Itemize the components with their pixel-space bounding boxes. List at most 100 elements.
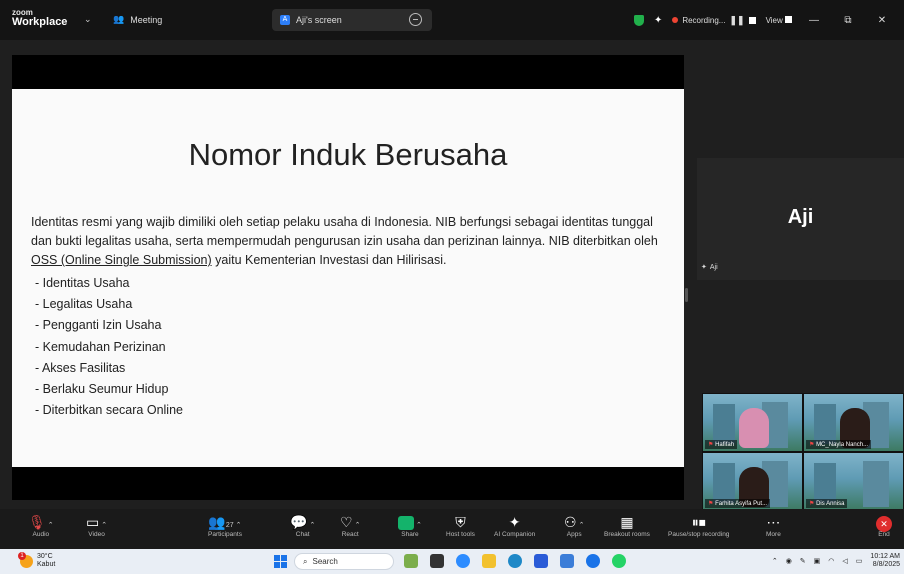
participants-button[interactable]: 👥27 ⌃ Participants xyxy=(208,513,242,538)
participant-tile[interactable]: ⚑ Farhita Asyifa Put... xyxy=(702,452,803,511)
shared-screen-tab[interactable]: A Aji's screen xyxy=(272,9,432,31)
volume-icon[interactable]: ◁ xyxy=(842,557,847,565)
clock-time: 10:12 AM xyxy=(870,553,900,560)
search-icon: ⌕ xyxy=(303,556,308,566)
muted-mic-icon: ⚑ xyxy=(809,501,815,507)
paragraph-text-start: Identitas resmi yang wajib dimiliki oleh… xyxy=(31,215,658,248)
pause-recording-label: Pause/stop recording xyxy=(668,531,730,538)
speaker-name: Aji xyxy=(787,206,814,228)
recording-indicator[interactable]: Recording... ❚❚ xyxy=(672,15,756,26)
clock[interactable]: 10:12 AM 8/8/2025 xyxy=(870,553,900,569)
recording-dot-icon xyxy=(672,17,679,23)
minimize-button[interactable]: — xyxy=(802,15,826,26)
pause-recording-icon[interactable]: ❚❚ xyxy=(729,15,744,26)
react-label: React xyxy=(341,531,359,538)
shared-screen-tab-label: Aji's screen xyxy=(296,15,342,25)
speaker-video-tile[interactable]: Aji ✦ Aji xyxy=(697,158,904,280)
chevron-down-icon[interactable]: ⌄ xyxy=(84,14,92,25)
end-call-icon: ✕ xyxy=(876,516,892,532)
react-button[interactable]: ♡ ⌃ React xyxy=(340,513,360,538)
chevron-up-icon[interactable]: ⌃ xyxy=(355,522,361,529)
zoom-app-icon[interactable] xyxy=(456,554,470,568)
whatsapp-icon[interactable] xyxy=(612,554,626,568)
more-button[interactable]: ⋯ More xyxy=(766,513,781,538)
chevron-up-icon[interactable]: ⌃ xyxy=(579,522,585,529)
taskbar-widget-icon[interactable] xyxy=(404,554,418,568)
video-building xyxy=(814,404,836,444)
apps-label: Apps xyxy=(566,531,582,538)
chevron-up-icon[interactable]: ⌃ xyxy=(309,522,315,529)
share-button[interactable]: ⌃ Share xyxy=(398,513,422,538)
host-tools-button[interactable]: ⛨ Host tools xyxy=(446,513,475,538)
participant-label: ⚑ MC_Nayla Nanch... xyxy=(806,440,872,449)
panel-resize-handle[interactable] xyxy=(685,288,688,302)
zoom-window: zoom Workplace ⌄ 👥 Meeting A Aji's scree… xyxy=(0,0,904,574)
title-bar: zoom Workplace ⌄ 👥 Meeting A Aji's scree… xyxy=(0,0,904,40)
avatar-icon: A xyxy=(280,15,290,25)
chevron-up-icon[interactable]: ⌃ xyxy=(101,522,107,529)
presentation-slide: Nomor Induk Berusaha Identitas resmi yan… xyxy=(12,89,684,467)
chevron-up-icon[interactable]: ⌃ xyxy=(416,522,422,529)
participant-video xyxy=(739,408,769,448)
task-view-icon[interactable] xyxy=(430,554,444,568)
ai-sparkle-icon[interactable]: ✦ xyxy=(654,15,662,26)
stop-recording-icon[interactable] xyxy=(748,16,756,24)
meeting-tab[interactable]: 👥 Meeting xyxy=(113,14,162,25)
audio-button[interactable]: 🎙 ⌃ Audio xyxy=(28,513,54,538)
clock-date: 8/8/2025 xyxy=(872,561,900,568)
tray-app-icon[interactable]: ▣ xyxy=(814,557,821,565)
ai-companion-icon: ✦ xyxy=(508,514,521,530)
participant-label: ⚑ Hafifah xyxy=(705,440,738,449)
chrome-icon[interactable] xyxy=(586,554,600,568)
list-item: - Identitas Usaha xyxy=(35,276,130,290)
list-item: - Legalitas Usaha xyxy=(35,297,133,312)
chevron-up-icon[interactable]: ⌃ xyxy=(48,522,54,529)
weather-icon: 1 xyxy=(18,551,33,568)
view-button[interactable]: View xyxy=(765,15,792,25)
participant-name: Hafifah xyxy=(715,442,735,448)
title-bar-controls: ✦ Recording... ❚❚ View — ⧉ ✕ xyxy=(633,0,904,40)
participant-tile[interactable]: ⚑ Hafifah xyxy=(702,393,803,452)
breakout-rooms-label: Breakout rooms xyxy=(604,531,650,538)
mail-icon[interactable] xyxy=(560,554,574,568)
tray-app-icon[interactable]: ✎ xyxy=(800,557,806,565)
edge-browser-icon[interactable] xyxy=(508,554,522,568)
battery-icon[interactable]: ▭ xyxy=(856,557,863,565)
wifi-icon[interactable]: ◠ xyxy=(828,557,834,565)
file-explorer-icon[interactable] xyxy=(482,554,496,568)
store-icon[interactable] xyxy=(534,554,548,568)
shared-screen[interactable]: Nomor Induk Berusaha Identitas resmi yan… xyxy=(12,55,684,500)
chevron-up-icon[interactable]: ⌃ xyxy=(772,557,778,565)
weather-condition: Kabut xyxy=(37,561,56,568)
participant-tile[interactable]: ⚑ Dis Annisa xyxy=(803,452,904,511)
participant-name: Farhita Asyifa Put... xyxy=(715,501,768,507)
collapse-icon[interactable] xyxy=(409,13,422,26)
slide-bullet-list: - Identitas Usaha - Legalitas Usaha - Pe… xyxy=(35,273,183,421)
windows-start-icon[interactable] xyxy=(274,555,287,568)
apps-button[interactable]: ⚇ ⌃ Apps xyxy=(564,513,584,538)
close-button[interactable]: ✕ xyxy=(870,15,894,26)
chevron-up-icon[interactable]: ⌃ xyxy=(236,522,242,529)
participant-name: MC_Nayla Nanch... xyxy=(816,442,869,448)
video-off-icon: ▭ xyxy=(86,514,100,530)
chat-button[interactable]: 💬 ⌃ Chat xyxy=(290,513,315,538)
video-button[interactable]: ▭ ⌃ Video xyxy=(86,513,107,538)
security-shield-icon[interactable] xyxy=(633,14,644,26)
tray-app-icon[interactable]: ◉ xyxy=(786,557,792,565)
notification-badge: 1 xyxy=(18,551,26,560)
taskbar-search[interactable]: ⌕ Search xyxy=(294,553,394,570)
pause-recording-button[interactable]: ⏸⏹ Pause/stop recording xyxy=(668,513,729,538)
breakout-rooms-button[interactable]: ▦ Breakout rooms xyxy=(604,513,650,538)
list-item: - Diterbitkan secara Online xyxy=(35,403,183,418)
participant-tile[interactable]: ⚑ MC_Nayla Nanch... xyxy=(803,393,904,452)
ai-companion-button[interactable]: ✦ AI Companion xyxy=(494,513,535,538)
muted-mic-icon: ⚑ xyxy=(708,501,714,507)
participants-count: 27 xyxy=(225,522,234,529)
host-sparkle-icon: ✦ xyxy=(701,264,707,271)
participants-label: Participants xyxy=(208,531,242,538)
more-icon: ⋯ xyxy=(766,514,781,530)
restore-button[interactable]: ⧉ xyxy=(836,15,860,26)
end-button[interactable]: ✕ End xyxy=(876,513,892,538)
weather-widget[interactable]: 1 30°C Kabut xyxy=(18,551,56,569)
view-label: View xyxy=(765,15,783,25)
